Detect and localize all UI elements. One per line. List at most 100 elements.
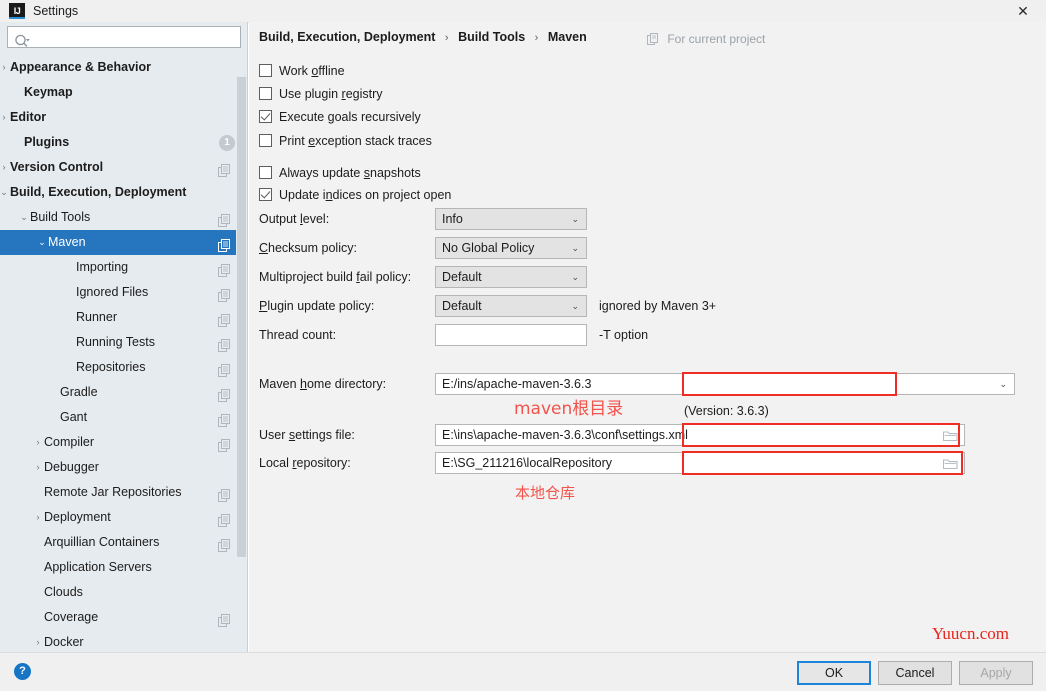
settings-tree[interactable]: › Appearance & Behavior Keymap › Editor Plugi… (0, 55, 247, 652)
checkbox-execute-goals-recursively[interactable]: Execute goals recursively (259, 108, 421, 126)
settings-content-panel: Build, Execution, Deployment › Build Too… (249, 22, 1046, 652)
folder-icon[interactable] (942, 457, 958, 473)
sidebar-item-ignored-files[interactable]: Ignored Files (0, 280, 247, 305)
apply-button[interactable]: Apply (959, 661, 1033, 685)
breadcrumb-part-3[interactable]: Maven (548, 30, 587, 44)
sidebar-item-build-tools[interactable]: ⌄ Build Tools (0, 205, 247, 230)
project-config-icon (218, 361, 231, 377)
sidebar-item-gradle[interactable]: Gradle (0, 380, 247, 405)
combo-multiproject-build-fail-policy[interactable]: Default ⌄ (435, 266, 587, 288)
breadcrumb-part-2[interactable]: Build Tools (458, 30, 525, 44)
chevron-right-icon[interactable]: › (31, 505, 45, 530)
dialog-footer: ? OK Cancel Apply (0, 652, 1046, 691)
sidebar-item-gant[interactable]: Gant (0, 405, 247, 430)
sidebar-item-label: Runner (76, 310, 117, 324)
sidebar-item-maven[interactable]: ⌄ Maven (0, 230, 247, 255)
maven-home-directory-label: Maven home directory: (259, 377, 387, 391)
checkbox-work-offline[interactable]: Work offline (259, 62, 345, 80)
local-repository-value: E:\SG_211216\localRepository (442, 456, 613, 470)
sidebar-item-build-execution-deployment[interactable]: ⌄ Build, Execution, Deployment (0, 180, 247, 205)
combo-plugin-update-policy[interactable]: Default ⌄ (435, 295, 587, 317)
sidebar-item-arquillian-containers[interactable]: Arquillian Containers (0, 530, 247, 555)
sidebar-item-label: Remote Jar Repositories (44, 485, 182, 499)
sidebar-item-editor[interactable]: › Editor (0, 105, 247, 130)
sidebar-item-label: Ignored Files (76, 285, 149, 299)
help-icon[interactable]: ? (14, 663, 31, 680)
window-title: Settings (33, 4, 79, 18)
cancel-button[interactable]: Cancel (878, 661, 952, 685)
sidebar-item-remote-jar-repositories[interactable]: Remote Jar Repositories (0, 480, 247, 505)
field-label: Checksum policy: (259, 241, 357, 255)
project-config-icon (218, 536, 231, 552)
search-input[interactable] (7, 26, 241, 48)
ok-button[interactable]: OK (797, 661, 871, 685)
for-current-project-label: For current project (647, 32, 765, 48)
chevron-down-icon: ⌄ (999, 379, 1007, 389)
folder-icon[interactable] (942, 429, 958, 445)
sidebar-item-keymap[interactable]: Keymap (0, 80, 247, 105)
chevron-right-icon[interactable]: › (31, 630, 45, 652)
combo-output-level[interactable]: Info ⌄ (435, 208, 587, 230)
sidebar-item-plugins[interactable]: Plugins 1 (0, 130, 247, 155)
chevron-down-icon: ⌄ (571, 243, 579, 253)
checkbox-print-exception-stack-traces[interactable]: Print exception stack traces (259, 132, 432, 150)
sidebar-item-appearance-behavior[interactable]: › Appearance & Behavior (0, 55, 247, 80)
chevron-down-icon: ⌄ (571, 214, 579, 224)
local-repository-input[interactable]: E:\SG_211216\localRepository (435, 452, 965, 474)
sidebar-item-compiler[interactable]: › Compiler (0, 430, 247, 455)
project-config-icon (218, 161, 231, 177)
field-note: ignored by Maven 3+ (599, 299, 717, 313)
checkbox-always-update-snapshots[interactable]: Always update snapshots (259, 164, 421, 182)
sidebar-item-coverage[interactable]: Coverage (0, 605, 247, 630)
chevron-right-icon[interactable]: › (31, 455, 45, 480)
sidebar-item-label: Build Tools (30, 210, 91, 224)
maven-version-note: (Version: 3.6.3) (684, 404, 769, 418)
user-settings-file-input[interactable]: E:\ins\apache-maven-3.6.3\conf\settings.… (435, 424, 965, 446)
sidebar-scrollbar-thumb[interactable] (237, 77, 246, 557)
breadcrumb-part-1[interactable]: Build, Execution, Deployment (259, 30, 435, 44)
sidebar-item-version-control[interactable]: › Version Control (0, 155, 247, 180)
checkbox-label: Update indices on project open (279, 188, 452, 202)
chevron-down-icon[interactable]: ⌄ (17, 205, 31, 230)
sidebar-item-label: Clouds (44, 585, 83, 599)
sidebar-item-docker[interactable]: › Docker (0, 630, 247, 652)
checkbox-box (259, 188, 272, 201)
sidebar-item-deployment[interactable]: › Deployment (0, 505, 247, 530)
maven-home-directory-value: E:/ins/apache-maven-3.6.3 (442, 377, 592, 391)
sidebar-item-clouds[interactable]: Clouds (0, 580, 247, 605)
local-repository-label: Local repository: (259, 456, 351, 470)
maven-home-annotation: maven根目录 (514, 399, 624, 419)
close-icon[interactable]: ✕ (1000, 0, 1046, 22)
window-titlebar: IJ Settings ✕ (0, 0, 1046, 23)
sidebar-item-running-tests[interactable]: Running Tests (0, 330, 247, 355)
checkbox-box (259, 87, 272, 100)
chevron-down-icon[interactable]: ⌄ (35, 230, 49, 255)
sidebar-item-debugger[interactable]: › Debugger (0, 455, 247, 480)
combo-checksum-policy[interactable]: No Global Policy ⌄ (435, 237, 587, 259)
sidebar-item-label: Gant (60, 410, 88, 424)
combo-value: Default (442, 270, 482, 284)
sidebar-item-label: Keymap (24, 85, 73, 99)
sidebar-item-label: Debugger (44, 460, 99, 474)
project-config-icon (218, 286, 231, 302)
sidebar-item-label: Repositories (76, 360, 146, 374)
sidebar-item-application-servers[interactable]: Application Servers (0, 555, 247, 580)
intellij-idea-icon: IJ (9, 3, 25, 19)
checkbox-label: Work offline (279, 64, 345, 78)
checkbox-update-indices-on-project-open[interactable]: Update indices on project open (259, 186, 451, 204)
sidebar-item-runner[interactable]: Runner (0, 305, 247, 330)
sidebar-item-repositories[interactable]: Repositories (0, 355, 247, 380)
sidebar-scrollbar[interactable] (236, 55, 247, 652)
combo-value: Info (442, 212, 463, 226)
checkbox-use-plugin-registry[interactable]: Use plugin registry (259, 85, 383, 103)
sidebar-item-importing[interactable]: Importing (0, 255, 247, 280)
checkbox-box (259, 134, 272, 147)
watermark: Yuucn.com (932, 624, 1009, 643)
maven-home-directory-combo[interactable]: E:/ins/apache-maven-3.6.3 ⌄ (435, 373, 1015, 395)
chevron-right-icon[interactable]: › (31, 430, 45, 455)
project-config-icon (218, 211, 231, 227)
combo-value: No Global Policy (442, 241, 535, 255)
for-current-project-text: For current project (667, 32, 766, 46)
thread-count-input[interactable] (435, 324, 587, 346)
project-config-icon (218, 411, 231, 427)
